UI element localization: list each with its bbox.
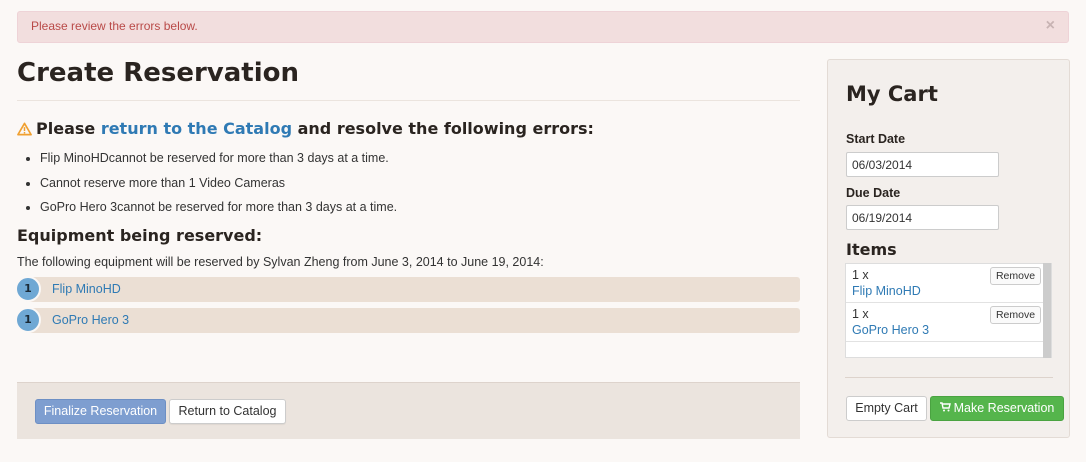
remove-button[interactable]: Remove (990, 306, 1041, 324)
equipment-list: 1 Flip MinoHD 1 GoPro Hero 3 (15, 276, 800, 333)
shopping-cart-icon (939, 398, 951, 421)
finalize-reservation-button[interactable]: Finalize Reservation (35, 399, 166, 424)
due-date-field[interactable] (846, 205, 999, 230)
items-title: Items (846, 240, 897, 259)
error-item: GoPro Hero 3cannot be reserved for more … (40, 195, 800, 220)
warning-icon (17, 122, 32, 135)
cart-item: 1 x Flip MinoHD Remove (846, 264, 1043, 303)
item-link[interactable]: GoPro Hero 3 (852, 323, 929, 337)
form-actions: Finalize Reservation Return to Catalog (17, 382, 800, 439)
start-date-label: Start Date (846, 132, 906, 146)
start-date-field[interactable] (846, 152, 999, 177)
return-to-catalog-link[interactable]: return to the Catalog (101, 119, 292, 138)
error-item: Flip MinoHDcannot be reserved for more t… (40, 146, 800, 171)
error-heading-prefix: Please (36, 119, 101, 138)
return-to-catalog-button[interactable]: Return to Catalog (169, 399, 286, 424)
cart-item: 1 x GoPro Hero 3 Remove (846, 303, 1043, 342)
item-quantity: 1 x (852, 307, 869, 321)
count-badge: 1 (15, 307, 41, 333)
cart-title: My Cart (846, 82, 938, 106)
equipment-link[interactable]: GoPro Hero 3 (52, 313, 129, 327)
cart-items-list: 1 x Flip MinoHD Remove 1 x GoPro Hero 3 … (845, 263, 1052, 358)
page-title: Create Reservation (17, 56, 800, 101)
cart-panel: My Cart Start Date Due Date Items 1 x Fl… (827, 59, 1070, 438)
empty-cart-button[interactable]: Empty Cart (846, 396, 927, 421)
error-alert: Please review the errors below. × (17, 11, 1069, 43)
due-date-label: Due Date (846, 186, 901, 200)
error-heading: Please return to the Catalog and resolve… (17, 119, 800, 138)
item-quantity: 1 x (852, 268, 869, 282)
remove-button[interactable]: Remove (990, 267, 1041, 285)
equipment-link[interactable]: Flip MinoHD (52, 282, 121, 296)
cart-divider (845, 377, 1053, 378)
error-list: Flip MinoHDcannot be reserved for more t… (40, 146, 800, 220)
make-reservation-button[interactable]: Make Reservation (930, 396, 1064, 421)
error-item: Cannot reserve more than 1 Video Cameras (40, 171, 800, 196)
make-reservation-label: Make Reservation (953, 401, 1055, 415)
alert-message: Please review the errors below. (31, 19, 198, 33)
equipment-row: 1 Flip MinoHD (15, 276, 800, 302)
equipment-heading: Equipment being reserved: (17, 225, 263, 245)
error-heading-suffix: and resolve the following errors: (292, 119, 594, 138)
item-link[interactable]: Flip MinoHD (852, 284, 921, 298)
items-scrollbar[interactable] (1043, 263, 1051, 358)
main-content: Create Reservation Please return to the … (15, 56, 800, 339)
equipment-description: The following equipment will be reserved… (17, 254, 544, 269)
count-badge: 1 (15, 276, 41, 302)
equipment-row: 1 GoPro Hero 3 (15, 307, 800, 333)
close-icon[interactable]: × (1046, 17, 1055, 35)
